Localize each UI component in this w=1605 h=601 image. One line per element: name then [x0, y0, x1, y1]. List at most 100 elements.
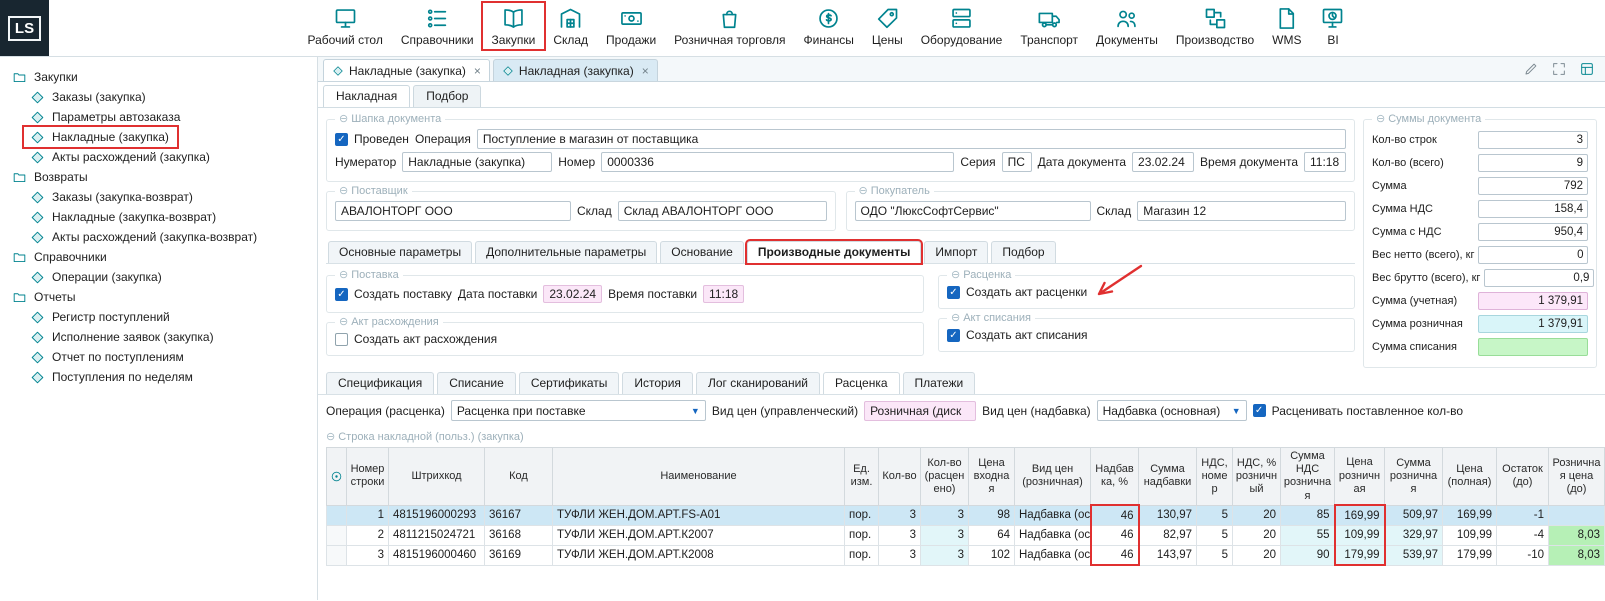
table-row[interactable]: 3481519600046036169ТУФЛИ ЖЕН.ДОМ.АРТ.К20… — [327, 545, 1605, 565]
detail-tab-6[interactable]: Платежи — [903, 372, 976, 394]
table-cell[interactable]: 8,03 — [1549, 525, 1605, 545]
column-header[interactable]: Штрихкод — [389, 448, 485, 506]
collapse-icon[interactable] — [339, 315, 348, 328]
table-cell[interactable]: 82,97 — [1139, 525, 1197, 545]
table-cell[interactable]: 55 — [1281, 525, 1335, 545]
table-cell[interactable]: -4 — [1497, 525, 1549, 545]
view-tab-0[interactable]: Накладная — [323, 85, 410, 107]
toolbar-item-prices[interactable]: Цены — [863, 3, 912, 49]
detail-tab-4[interactable]: Лог сканирований — [696, 372, 820, 394]
toolbar-item-equipment[interactable]: Оборудование — [912, 3, 1012, 49]
collapse-icon[interactable] — [859, 184, 868, 197]
sidebar-folder-2[interactable]: Справочники — [6, 247, 315, 267]
sidebar-item-0-1[interactable]: Параметры автозаказа — [24, 107, 315, 127]
sidebar-item-3-2[interactable]: Отчет по поступлениям — [24, 347, 315, 367]
supplier-warehouse-input[interactable] — [618, 201, 827, 221]
column-header[interactable]: Код — [485, 448, 553, 506]
table-cell[interactable]: 4811215024721 — [389, 525, 485, 545]
detail-tab-1[interactable]: Списание — [437, 372, 516, 394]
delivery-checkbox[interactable] — [335, 288, 348, 301]
table-cell[interactable]: 20 — [1233, 545, 1281, 565]
table-cell[interactable]: 179,99 — [1443, 545, 1497, 565]
table-cell[interactable]: 109,99 — [1335, 525, 1385, 545]
column-header[interactable]: Цена (полная) — [1443, 448, 1497, 506]
writeoff-checkbox[interactable] — [947, 329, 960, 342]
collapse-icon[interactable] — [1376, 112, 1385, 125]
toolbar-item-documents[interactable]: Документы — [1087, 3, 1167, 49]
table-cell[interactable]: 169,99 — [1335, 505, 1385, 525]
sidebar-folder-1[interactable]: Возвраты — [6, 167, 315, 187]
collapse-icon[interactable] — [326, 430, 335, 443]
table-cell[interactable]: 3 — [347, 545, 389, 565]
series-input[interactable] — [1002, 152, 1032, 172]
table-cell[interactable]: 5 — [1197, 505, 1233, 525]
document-tab-0[interactable]: Накладные (закупка) — [323, 59, 490, 81]
column-header[interactable]: Номер строки — [347, 448, 389, 506]
param-tab-1[interactable]: Дополнительные параметры — [475, 241, 657, 263]
column-header[interactable]: Розничная цена (до) — [1549, 448, 1605, 506]
toolbar-item-bi[interactable]: BI — [1310, 3, 1355, 49]
column-header[interactable]: Кол-во (расценено) — [921, 448, 969, 506]
table-cell[interactable]: 102 — [969, 545, 1015, 565]
collapse-icon[interactable] — [951, 311, 960, 324]
view-tab-1[interactable]: Подбор — [413, 85, 481, 107]
detail-tab-3[interactable]: История — [622, 372, 693, 394]
toolbar-item-warehouse[interactable]: Склад — [544, 3, 597, 49]
table-cell[interactable]: 46 — [1091, 545, 1139, 565]
param-tab-4[interactable]: Импорт — [924, 241, 988, 263]
markup-price-type-select[interactable]: Надбавка (основная) — [1097, 400, 1247, 421]
table-cell[interactable]: 169,99 — [1443, 505, 1497, 525]
posted-checkbox[interactable] — [335, 133, 348, 146]
table-cell[interactable]: 539,97 — [1385, 545, 1443, 565]
sidebar-item-1-0[interactable]: Заказы (закупка-возврат) — [24, 187, 315, 207]
table-cell[interactable]: 109,99 — [1443, 525, 1497, 545]
table-cell[interactable]: 2 — [347, 525, 389, 545]
table-cell[interactable]: 36168 — [485, 525, 553, 545]
toolbar-item-production[interactable]: Производство — [1167, 3, 1263, 49]
column-header[interactable]: Цена розничная — [1335, 448, 1385, 506]
param-tab-5[interactable]: Подбор — [991, 241, 1055, 263]
column-header[interactable]: Сумма НДС розничная — [1281, 448, 1335, 506]
table-cell[interactable]: ТУФЛИ ЖЕН.ДОМ.АРТ.К2007 — [553, 525, 845, 545]
param-tab-0[interactable]: Основные параметры — [328, 241, 472, 263]
table-cell[interactable]: 90 — [1281, 545, 1335, 565]
table-cell[interactable]: -1 — [1497, 505, 1549, 525]
row-selector-cell[interactable] — [327, 525, 347, 545]
sidebar-folder-3[interactable]: Отчеты — [6, 287, 315, 307]
buyer-name-input[interactable] — [855, 201, 1091, 221]
toolbar-item-finance[interactable]: Финансы — [795, 3, 863, 49]
table-cell[interactable]: Надбавка (ос — [1015, 545, 1091, 565]
table-cell[interactable]: 329,97 — [1385, 525, 1443, 545]
numerator-input[interactable] — [402, 152, 552, 172]
table-cell[interactable]: 85 — [1281, 505, 1335, 525]
detail-tab-0[interactable]: Спецификация — [326, 372, 434, 394]
panel-icon[interactable] — [1579, 61, 1595, 77]
column-header[interactable]: НДС, номер — [1197, 448, 1233, 506]
table-cell[interactable]: 20 — [1233, 525, 1281, 545]
column-header[interactable]: Надбавка, % — [1091, 448, 1139, 506]
row-selector-cell[interactable] — [327, 545, 347, 565]
delivery-time-value[interactable]: 11:18 — [703, 285, 744, 303]
table-cell[interactable]: 64 — [969, 525, 1015, 545]
supplier-name-input[interactable] — [335, 201, 571, 221]
sidebar-item-3-1[interactable]: Исполнение заявок (закупка) — [24, 327, 315, 347]
table-cell[interactable]: 20 — [1233, 505, 1281, 525]
mgmt-price-type-field[interactable]: Розничная (диск — [864, 401, 976, 421]
column-header[interactable]: Ед. изм. — [845, 448, 879, 506]
table-cell[interactable]: 1 — [347, 505, 389, 525]
table-cell[interactable]: 143,97 — [1139, 545, 1197, 565]
table-cell[interactable]: 3 — [921, 545, 969, 565]
table-row[interactable]: 1481519600029336167ТУФЛИ ЖЕН.ДОМ.АРТ.FS-… — [327, 505, 1605, 525]
table-cell[interactable]: ТУФЛИ ЖЕН.ДОМ.АРТ.FS-A01 — [553, 505, 845, 525]
column-header[interactable]: Остаток (до) — [1497, 448, 1549, 506]
sidebar-item-1-2[interactable]: Акты расхождений (закупка-возврат) — [24, 227, 315, 247]
table-cell[interactable]: -10 — [1497, 545, 1549, 565]
collapse-icon[interactable] — [951, 268, 960, 281]
toolbar-item-desktop[interactable]: Рабочий стол — [299, 3, 392, 49]
table-cell[interactable]: 5 — [1197, 545, 1233, 565]
detail-tab-2[interactable]: Сертификаты — [519, 372, 620, 394]
table-cell[interactable]: 3 — [921, 525, 969, 545]
table-row[interactable]: 2481121502472136168ТУФЛИ ЖЕН.ДОМ.АРТ.К20… — [327, 525, 1605, 545]
param-tab-2[interactable]: Основание — [660, 241, 744, 263]
delivery-date-value[interactable]: 23.02.24 — [543, 285, 602, 303]
